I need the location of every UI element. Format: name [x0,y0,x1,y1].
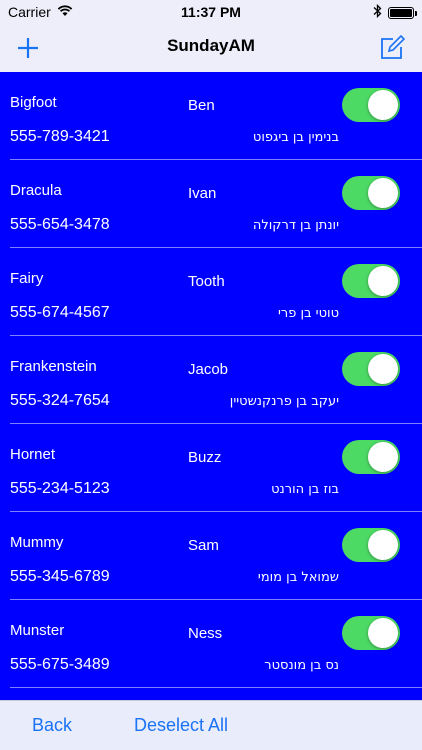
phone-number: 555-345-6789 [10,568,110,585]
phone-number: 555-324-7654 [10,392,110,409]
list-item[interactable]: Mummy Sam 555-345-6789 שמואל בן מומי [0,512,422,600]
last-name: Hornet [10,446,56,463]
list-item[interactable]: Dracula Ivan 555-654-3478 יונתן בן דרקול… [0,160,422,248]
compose-button[interactable] [378,34,406,62]
toggle-knob [368,354,398,384]
top-bar: Carrier 11:37 PM SundayAM [0,0,422,72]
attendance-toggle[interactable] [342,528,400,562]
toggle-knob [368,178,398,208]
hebrew-name: בנימין בן ביגפוט [252,130,339,145]
hebrew-name: יעקב בן פרנקנשטיין [229,394,339,409]
phone-number: 555-674-4567 [10,304,110,321]
list-item[interactable]: Hornet Buzz 555-234-5123 בוז בן הורנט [0,424,422,512]
hebrew-name: יונתן בן דרקולה [252,218,339,233]
first-name: Ivan [188,185,217,202]
attendance-toggle[interactable] [342,440,400,474]
first-name: Ben [188,97,215,114]
attendance-toggle[interactable] [342,176,400,210]
first-name: Ness [188,625,223,642]
last-name: Fairy [10,270,44,287]
deselect-all-button[interactable]: Deselect All [134,715,228,736]
compose-icon [381,34,406,59]
last-name: Mummy [10,534,64,551]
attendance-toggle[interactable] [342,264,400,298]
bluetooth-icon [373,3,382,21]
phone-number: 555-789-3421 [10,128,110,145]
back-button[interactable]: Back [32,715,72,736]
phone-number: 555-654-3478 [10,216,110,233]
battery-icon [388,6,417,19]
last-name: Frankenstein [10,358,97,375]
contact-list[interactable]: Bigfoot Ben 555-789-3421 בנימין בן ביגפו… [0,72,422,700]
list-item[interactable]: Fairy Tooth 555-674-4567 טוטי בן פרי [0,248,422,336]
list-item[interactable]: Frankenstein Jacob 555-324-7654 יעקב בן … [0,336,422,424]
bottom-toolbar: Back Deselect All [0,700,422,750]
first-name: Buzz [188,449,222,466]
hebrew-name: שמואל בן מומי [257,570,339,585]
toggle-knob [368,442,398,472]
row-separator [10,687,422,688]
last-name: Munster [10,622,65,639]
first-name: Sam [188,537,219,554]
hebrew-name: נס בן מונסטר [264,658,339,673]
hebrew-name: טוטי בן פרי [278,306,339,321]
status-bar: Carrier 11:37 PM [0,0,422,24]
status-time: 11:37 PM [181,4,241,20]
attendance-toggle[interactable] [342,616,400,650]
toggle-knob [368,618,398,648]
page-title: SundayAM [167,36,255,55]
last-name: Bigfoot [10,94,57,111]
toggle-knob [368,530,398,560]
list-item[interactable]: Munster Ness 555-675-3489 נס בן מונסטר [0,600,422,688]
attendance-toggle[interactable] [342,88,400,122]
first-name: Tooth [188,273,225,290]
status-right [373,3,417,21]
first-name: Jacob [188,361,229,378]
toggle-knob [368,90,398,120]
toggle-knob [368,266,398,296]
phone-number: 555-234-5123 [10,480,110,497]
hebrew-name: בוז בן הורנט [271,482,339,497]
navigation-bar: SundayAM [0,24,422,72]
phone-number: 555-675-3489 [10,656,110,673]
attendance-toggle[interactable] [342,352,400,386]
list-item[interactable]: Bigfoot Ben 555-789-3421 בנימין בן ביגפו… [0,72,422,160]
last-name: Dracula [10,182,62,199]
